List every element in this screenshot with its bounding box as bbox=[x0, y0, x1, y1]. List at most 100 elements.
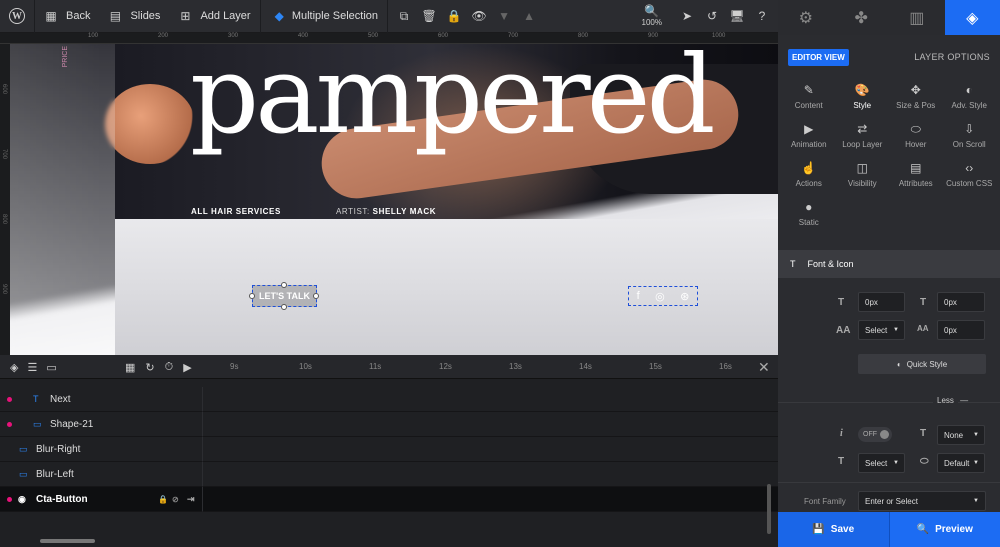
italic-toggle[interactable]: OFF bbox=[858, 427, 892, 442]
font-icon-section-header[interactable]: T Font & Icon bbox=[778, 250, 1000, 278]
letter-spacing-input[interactable]: 0px bbox=[937, 320, 985, 340]
font-size-input[interactable]: 0px bbox=[858, 292, 905, 312]
add-layer-button[interactable]: ⊞ Add Layer bbox=[169, 0, 259, 33]
lock-icon[interactable]: 🔒 bbox=[158, 495, 168, 504]
blur-left-layer[interactable] bbox=[10, 44, 115, 355]
move-up-icon[interactable]: ▲ bbox=[522, 9, 536, 23]
option-style[interactable]: 🎨 Style bbox=[836, 83, 890, 117]
editor-view-button[interactable]: EDITOR VIEW bbox=[788, 48, 849, 66]
line-height-input[interactable]: 0px bbox=[937, 292, 985, 312]
resize-handle[interactable] bbox=[313, 293, 319, 299]
option-on-scroll[interactable]: ⇩ On Scroll bbox=[943, 122, 997, 156]
option-attributes[interactable]: ▤ Attributes bbox=[889, 161, 943, 195]
quick-style-button[interactable]: ◐ Quick Style bbox=[858, 354, 986, 374]
less-toggle[interactable]: Less — bbox=[933, 396, 968, 405]
timeline-row-cta-button[interactable]: ◉ Cta-Button 🔒 ⊘ ⇥ bbox=[0, 487, 202, 512]
option-hover[interactable]: ⬭ Hover bbox=[889, 122, 943, 156]
timeline-track[interactable] bbox=[202, 412, 778, 437]
timeline-row-next[interactable]: T Next bbox=[0, 387, 202, 412]
vertical-scrollbar[interactable] bbox=[767, 484, 771, 534]
timeline-row-blur-right[interactable]: ▭ Blur-Right bbox=[0, 437, 202, 462]
timeline-ruler[interactable]: 9s 10s 11s 12s 13s 14s 15s 16s bbox=[202, 355, 762, 379]
option-adv-style[interactable]: ◐ Adv. Style bbox=[943, 83, 997, 117]
cursor-select[interactable]: Default ▼ bbox=[937, 453, 985, 473]
timeline-row-shape-21[interactable]: ▭ Shape-21 bbox=[0, 412, 202, 437]
text-decoration-select[interactable]: Select ▼ bbox=[858, 453, 905, 473]
vertical-text-layer[interactable]: PRICE bbox=[62, 46, 69, 67]
save-button[interactable]: 💾 Save bbox=[778, 512, 890, 547]
font-weight-select[interactable]: Select ▼ bbox=[858, 320, 905, 340]
cursor-value: Default bbox=[944, 458, 970, 468]
chevron-down-icon: ▼ bbox=[973, 432, 979, 438]
loop-icon[interactable]: ↻ bbox=[145, 361, 154, 374]
headline-layer[interactable]: pampered bbox=[190, 44, 716, 150]
layers-view-icon[interactable]: ◈ bbox=[10, 361, 18, 374]
timeline-toolbar: ◈ ☰ ▭ ▦ ↻ ⏱ ▶ 9s 10s 11s 12s 13s 14s 15s… bbox=[0, 355, 778, 379]
italic-icon: i bbox=[840, 428, 843, 439]
option-static[interactable]: ● Static bbox=[782, 200, 836, 234]
visibility-icon[interactable]: 👁 bbox=[471, 9, 486, 23]
text-transform-select[interactable]: None ▼ bbox=[937, 425, 985, 445]
help-icon[interactable]: ? bbox=[755, 9, 769, 23]
font-family-input[interactable]: Enter or Select ▼ bbox=[858, 491, 986, 511]
jump-to-icon[interactable]: ⇥ bbox=[187, 494, 195, 505]
hand-icon: ☝ bbox=[801, 161, 817, 175]
timer-icon[interactable]: ⏱ bbox=[165, 361, 174, 374]
timeline-row-blur-left[interactable]: ▭ Blur-Left bbox=[0, 462, 202, 487]
slides-button[interactable]: ▤ Slides bbox=[99, 0, 169, 33]
option-size-pos[interactable]: ✥ Size & Pos bbox=[889, 83, 943, 117]
grid-snap-icon[interactable]: ▦ bbox=[125, 361, 135, 374]
option-actions[interactable]: ☝ Actions bbox=[782, 161, 836, 195]
artist-text-layer[interactable]: ARTIST: SHELLY MACK bbox=[336, 207, 436, 216]
facebook-icon[interactable]: f bbox=[637, 290, 640, 302]
timeline-track[interactable] bbox=[202, 487, 778, 512]
toggle-knob bbox=[880, 430, 889, 439]
addons-tab[interactable]: ✤ bbox=[833, 0, 889, 35]
services-text-layer[interactable]: ALL HAIR SERVICES bbox=[191, 207, 281, 216]
play-icon: ▶ bbox=[804, 122, 814, 136]
timeline-track[interactable] bbox=[202, 387, 778, 412]
background-photo-ear bbox=[105, 84, 195, 164]
preview-button[interactable]: 🔍 Preview bbox=[889, 512, 1000, 547]
timeline-track[interactable] bbox=[202, 437, 778, 462]
layers-tab[interactable]: ◈ bbox=[944, 0, 1000, 35]
close-icon[interactable]: ✕ bbox=[758, 359, 770, 376]
option-custom-css[interactable]: ‹› Custom CSS bbox=[943, 161, 997, 195]
option-label: Custom CSS bbox=[946, 179, 993, 188]
option-loop-layer[interactable]: ⇄ Loop Layer bbox=[836, 122, 890, 156]
wordpress-logo-button[interactable]: W bbox=[0, 0, 34, 33]
hide-icon[interactable]: ⊘ bbox=[172, 495, 179, 504]
delete-icon[interactable]: 🗑 bbox=[421, 9, 436, 23]
play-icon[interactable]: ▶ bbox=[183, 361, 191, 374]
grid-icon: ▦ bbox=[45, 9, 57, 23]
cursor-icon[interactable]: ➤ bbox=[680, 9, 694, 23]
slide-canvas[interactable]: PRICE pampered ALL HAIR SERVICES ARTIST:… bbox=[10, 44, 778, 355]
settings-tab[interactable]: ⚙ bbox=[778, 0, 834, 35]
folder-icon[interactable]: ▭ bbox=[46, 361, 56, 374]
horizontal-scrollbar[interactable] bbox=[40, 539, 95, 543]
zoom-control[interactable]: 🔍 100% bbox=[633, 0, 671, 33]
view-controls: ➤ ↺ 🖥 ? bbox=[671, 0, 778, 33]
selection-dropdown[interactable]: ◆ Multiple Selection bbox=[261, 0, 387, 33]
instagram-icon[interactable]: ◎ bbox=[655, 290, 665, 303]
action-bar: 💾 Save 🔍 Preview bbox=[778, 512, 1000, 547]
list-view-icon[interactable]: ☰ bbox=[27, 361, 37, 374]
timeline-track[interactable] bbox=[202, 462, 778, 487]
lock-icon[interactable]: 🔒 bbox=[447, 9, 462, 23]
resize-handle[interactable] bbox=[281, 304, 287, 310]
option-animation[interactable]: ▶ Animation bbox=[782, 122, 836, 156]
move-down-icon[interactable]: ▼ bbox=[497, 9, 511, 23]
font-family-label: Font Family bbox=[804, 497, 846, 506]
resize-handle[interactable] bbox=[249, 293, 255, 299]
option-visibility[interactable]: ◫ Visibility bbox=[836, 161, 890, 195]
desktop-icon[interactable]: 🖥 bbox=[729, 9, 744, 23]
horizontal-ruler: 100 200 300 400 500 600 700 800 900 1000 bbox=[0, 33, 778, 44]
dribbble-icon[interactable]: ⊛ bbox=[680, 290, 689, 303]
option-content[interactable]: ✎ Content bbox=[782, 83, 836, 117]
undo-icon[interactable]: ↺ bbox=[705, 9, 719, 23]
social-icons-layer[interactable]: f ◎ ⊛ bbox=[628, 286, 698, 306]
back-button[interactable]: ▦ Back bbox=[35, 0, 99, 33]
media-tab[interactable]: ▥ bbox=[889, 0, 945, 35]
resize-handle[interactable] bbox=[281, 282, 287, 288]
duplicate-icon[interactable]: ⧉ bbox=[397, 9, 411, 24]
